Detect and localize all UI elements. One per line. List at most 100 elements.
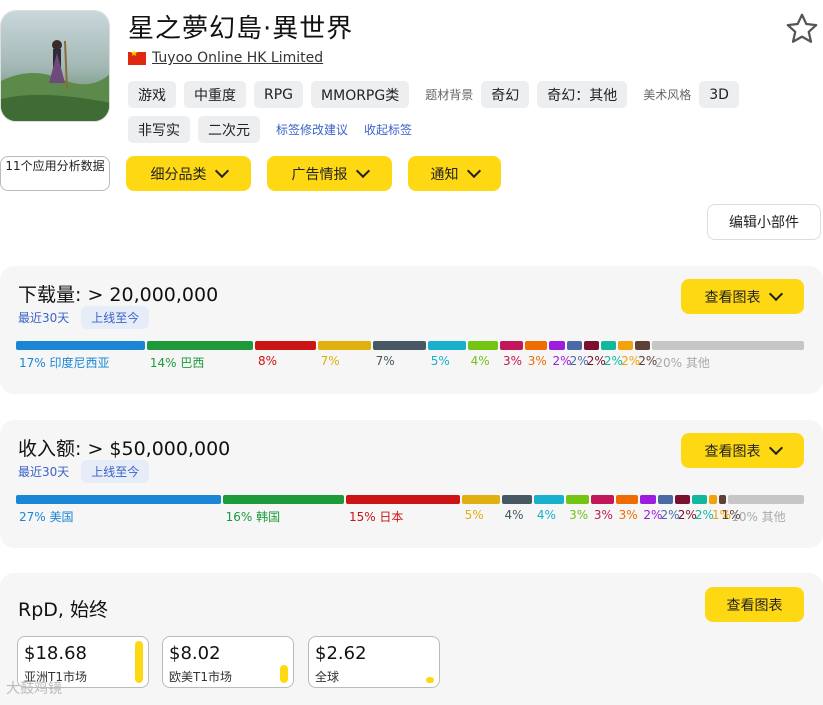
tag-fantasy-other[interactable]: 奇幻：其他: [537, 81, 628, 108]
notify-label: 通知: [430, 166, 459, 183]
bar-segment: [16, 341, 145, 350]
tag-rpg[interactable]: RPG: [254, 81, 304, 108]
segment-label: 10% 其他: [731, 510, 786, 524]
chart-button-label: 查看图表: [704, 443, 761, 460]
bar-segment: [590, 495, 614, 504]
ad-intel-label: 广告情报: [291, 166, 348, 183]
tag-3d[interactable]: 3D: [699, 81, 739, 108]
downloads-chart-button[interactable]: 查看图表: [681, 279, 804, 314]
tag-non-realistic[interactable]: 非写实: [128, 116, 190, 143]
segment-label: 3%: [593, 508, 613, 522]
segment-label: 3%: [502, 354, 522, 368]
segment-label: 20% 其他: [655, 356, 710, 370]
period-last-30-days[interactable]: 最近30天: [18, 309, 69, 326]
segment-label: 4%: [504, 508, 524, 522]
segment-label: 5%: [464, 508, 484, 522]
rpd-level-indicator: [135, 641, 143, 683]
revenue-country-labels: 27% 美国 16% 韩国 15% 日本 5% 4% 4% 3% 3% 3% 2% 2% 2% 2% 1%…: [16, 508, 804, 524]
rpd-label: 全球: [315, 670, 340, 684]
downloads-period-toggle: 最近30天 上线至今: [18, 306, 150, 329]
publisher-row: Tuyoo Online HK Limited: [128, 49, 323, 66]
chart-button-label: 查看图表: [704, 289, 761, 306]
period-last-30-days[interactable]: 最近30天: [18, 463, 69, 480]
tag-midcore[interactable]: 中重度: [184, 81, 246, 108]
tag-anime[interactable]: 二次元: [198, 116, 260, 143]
segment-label: 7%: [375, 354, 395, 368]
bar-segment: [583, 341, 599, 350]
bar-segment: [222, 495, 344, 504]
rpd-box-global[interactable]: $2.62 全球: [308, 636, 440, 688]
bar-segment: [652, 341, 804, 350]
art-style-label: 美术风格: [643, 88, 692, 102]
tag-game[interactable]: 游戏: [128, 81, 176, 108]
bar-segment: [317, 341, 371, 350]
rpd-chart-button[interactable]: 查看图表: [705, 587, 804, 622]
favorite-star-icon[interactable]: [784, 11, 820, 47]
watermark: 大鼓鸡镜: [6, 681, 62, 697]
rpd-value: $2.62: [315, 643, 367, 664]
china-flag-icon: [128, 49, 146, 65]
bar-segment: [600, 341, 617, 350]
edit-widget-button[interactable]: 编辑小部件: [707, 204, 821, 240]
chevron-down-icon: [466, 163, 481, 179]
bar-segment: [709, 495, 717, 504]
segment-label: 4%: [470, 354, 490, 368]
bar-segment: [461, 495, 500, 504]
chevron-down-icon: [355, 163, 370, 179]
segment-label: 7%: [320, 354, 340, 368]
rpd-box-west-t1[interactable]: $8.02 欧美T1市场: [162, 636, 294, 688]
publisher-link[interactable]: Tuyoo Online HK Limited: [152, 50, 323, 66]
bar-segment: [372, 341, 426, 350]
bar-segment: [345, 495, 460, 504]
collapse-tags-link[interactable]: 收起标签: [364, 121, 412, 138]
bar-segment: [427, 341, 466, 350]
bar-segment: [524, 341, 548, 350]
period-since-launch[interactable]: 上线至今: [81, 306, 150, 329]
tag-mmorpg[interactable]: MMORPG类: [311, 81, 410, 108]
bar-segment: [549, 341, 565, 350]
segment-label: 5%: [430, 354, 450, 368]
segment-label: 16% 韩国: [225, 510, 281, 524]
rpd-value: $8.02: [169, 643, 221, 664]
bar-segment: [657, 495, 673, 504]
revenue-title: 收入额: > $50,000,000: [18, 438, 231, 460]
bar-segment: [501, 495, 532, 504]
downloads-card: 下载量: > 20,000,000 最近30天 上线至今 查看图表 17% 印度…: [0, 266, 823, 394]
segment-label: 17% 印度尼西亚: [19, 356, 110, 370]
app-detail-page: 星之夢幻島·異世界 Tuyoo Online HK Limited 游戏 中重度…: [0, 0, 823, 705]
segment-label: 4%: [536, 508, 556, 522]
segment-label: 3%: [618, 508, 638, 522]
revenue-card: 收入额: > $50,000,000 最近30天 上线至今 查看图表 27% 美…: [0, 420, 823, 548]
tag-suggest-link[interactable]: 标签修改建议: [276, 121, 348, 138]
downloads-country-labels: 17% 印度尼西亚 14% 巴西 8% 7% 7% 5% 4% 3% 3% 2% 2% 2% 2% 2% 2…: [16, 354, 804, 370]
revenue-chart-button[interactable]: 查看图表: [681, 433, 804, 468]
ad-intel-dropdown[interactable]: 广告情报: [267, 156, 392, 191]
tag-list: 游戏 中重度 RPG MMORPG类 题材背景 奇幻 奇幻：其他 美术风格 3D…: [128, 81, 788, 143]
app-analysis-button[interactable]: 11个应用分析数据: [0, 156, 110, 191]
app-title: 星之夢幻島·異世界: [128, 14, 354, 44]
tag-fantasy[interactable]: 奇幻: [481, 81, 530, 108]
bar-segment: [533, 495, 565, 504]
period-since-launch[interactable]: 上线至今: [81, 460, 150, 483]
rpd-level-indicator: [426, 677, 434, 683]
segment-label: 27% 美国: [19, 510, 74, 524]
bar-segment: [728, 495, 804, 504]
theme-label: 题材背景: [425, 88, 474, 102]
bar-segment: [566, 341, 582, 350]
bar-segment: [674, 495, 690, 504]
bar-segment: [254, 341, 316, 350]
app-icon: [0, 10, 110, 122]
bar-segment: [691, 495, 708, 504]
chevron-down-icon: [214, 163, 229, 179]
subcategory-dropdown[interactable]: 细分品类: [126, 156, 251, 191]
segment-label: 15% 日本: [348, 510, 404, 524]
bar-segment: [635, 341, 651, 350]
subcategory-label: 细分品类: [150, 166, 207, 183]
bar-segment: [499, 341, 523, 350]
segment-label: 3%: [569, 508, 589, 522]
chart-button-label: 查看图表: [726, 597, 783, 614]
bar-segment: [615, 495, 639, 504]
notify-dropdown[interactable]: 通知: [408, 156, 501, 191]
segment-label: 14% 巴西: [149, 356, 205, 370]
rpd-level-indicator: [280, 664, 288, 683]
